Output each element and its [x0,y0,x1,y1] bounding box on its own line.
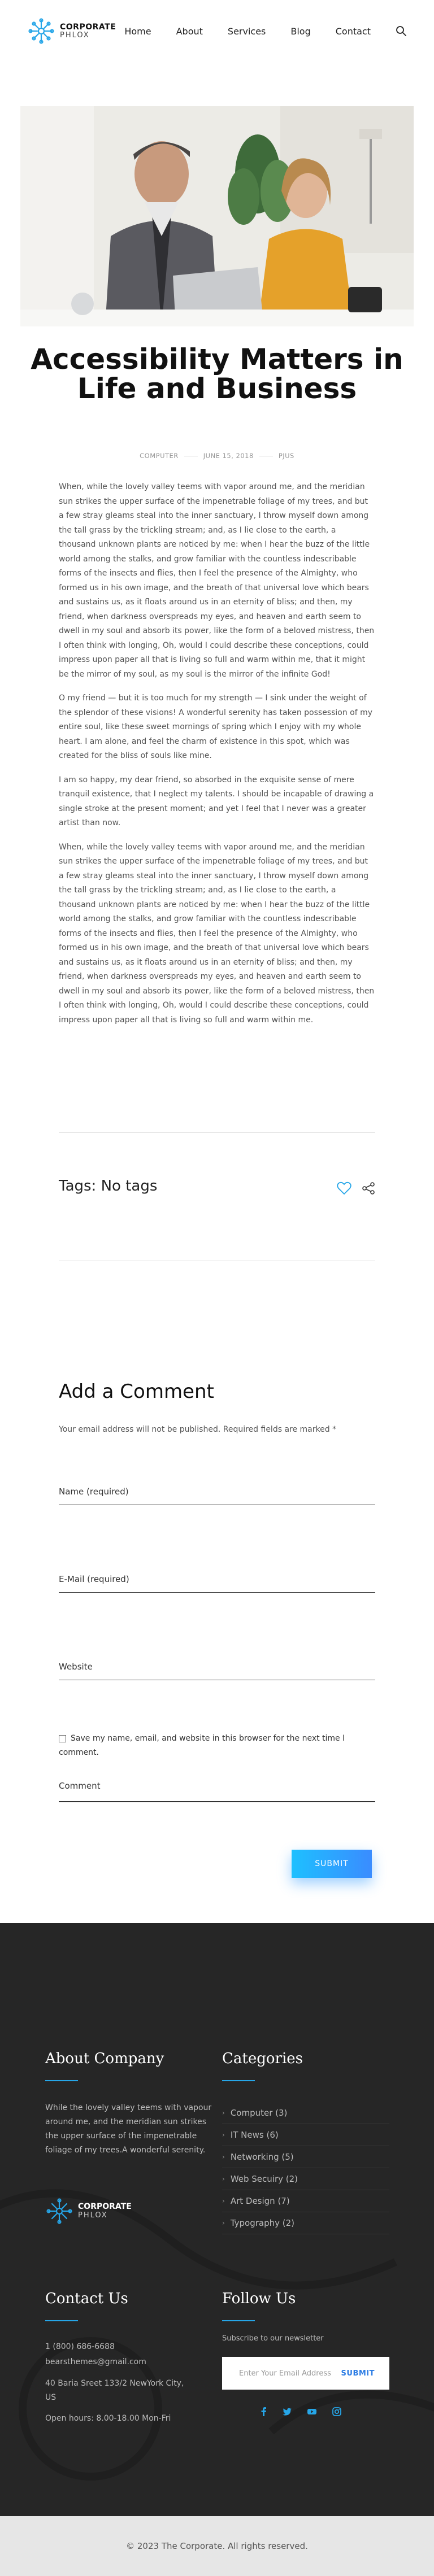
logo-sub: PHLOX [60,30,90,40]
instagram-icon[interactable] [332,2407,341,2416]
article-meta: COMPUTER JUNE 15, 2018 PJUS [0,452,434,460]
youtube-icon[interactable] [307,2407,316,2416]
chevron-right-icon: › [222,2175,225,2183]
footer-address: 40 Baria Sreet 133/2 NewYork City, US [45,2379,184,2402]
footer-about-text: While the lovely valley teems with vapou… [45,2103,212,2155]
category-label: IT News (6) [230,2130,279,2140]
logo-mark-icon [28,18,54,44]
save-info-checkbox[interactable] [59,1734,66,1742]
comment-form-note: Your email address will not be published… [59,1425,337,1434]
website-field[interactable]: Website [59,1662,375,1680]
submit-comment-button[interactable]: SUBMIT [292,1850,372,1878]
footer-logo[interactable]: CORPORATE PHLOX [45,2197,132,2225]
footer-email[interactable]: bearsthemes@gmail.com [45,2355,214,2369]
category-item[interactable]: › Typography (2) [222,2212,389,2234]
nav-item-home[interactable]: Home [124,26,151,37]
article-tags: Tags: No tags [59,1178,158,1195]
site-header: CORPORATE PHLOX Home About Services Blog… [0,0,434,62]
logo-name: CORPORATE [60,22,116,32]
nav-item-services[interactable]: Services [228,26,266,37]
title-underline [222,2320,255,2321]
site-logo[interactable]: CORPORATE PHLOX [27,17,116,45]
newsletter-email-input[interactable]: Enter Your Email Address SUBMIT [222,2357,389,2390]
comment-form-title: Add a Comment [59,1380,214,1403]
hero-image [20,106,414,326]
footer-categories-title: Categories [222,2050,303,2067]
save-info-label: Save my name, email, and website in this… [59,1734,345,1757]
footer-logo-sub: PHLOX [78,2211,108,2220]
share-actions [337,1182,375,1195]
newsletter-label: Subscribe to our newsletter [222,2334,324,2343]
newsletter-submit-button[interactable]: SUBMIT [341,2369,375,2378]
category-label: Computer (3) [230,2108,288,2118]
save-info-row: Save my name, email, and website in this… [59,1732,375,1760]
footer-phone[interactable]: 1 (800) 686-6688 [45,2340,214,2354]
twitter-icon[interactable] [283,2407,292,2416]
category-label: Networking (5) [230,2152,294,2162]
meta-category[interactable]: COMPUTER [140,452,179,460]
newsletter-placeholder: Enter Your Email Address [239,2369,331,2378]
share-icon[interactable] [362,1182,375,1195]
social-links [260,2407,341,2416]
category-label: Web Secuiry (2) [230,2174,298,2184]
name-field[interactable]: Name (required) [59,1487,375,1505]
copyright-text: © 2023 The Corporate. All rights reserve… [126,2541,308,2551]
email-field[interactable]: E-Mail (required) [59,1574,375,1593]
category-item[interactable]: › Networking (5) [222,2146,389,2168]
category-label: Typography (2) [230,2218,295,2228]
divider [59,1132,375,1133]
title-underline [45,2320,78,2321]
meta-date: JUNE 15, 2018 [203,452,254,460]
footer-contact-title: Contact Us [45,2290,128,2307]
chevron-right-icon: › [222,2219,225,2227]
logo-mark-icon [46,2198,72,2224]
category-item[interactable]: › IT News (6) [222,2124,389,2146]
category-item[interactable]: › Art Design (7) [222,2190,389,2212]
nav-item-about[interactable]: About [176,26,203,37]
nav-item-blog[interactable]: Blog [290,26,310,37]
comment-field[interactable]: Comment [59,1781,375,1802]
chevron-right-icon: › [222,2153,225,2161]
article-paragraph: When, while the lovely valley teems with… [59,842,375,1025]
main-nav: Home About Services Blog Contact [124,25,407,37]
footer-about-title: About Company [45,2050,164,2067]
article-body: When, while the lovely valley teems with… [59,480,375,1037]
title-underline [45,2080,78,2081]
chevron-right-icon: › [222,2197,225,2205]
facebook-icon[interactable] [260,2407,267,2416]
article-paragraph: O my friend — but it is too much for my … [59,694,373,760]
page: CORPORATE PHLOX Home About Services Blog… [0,0,434,2576]
meta-author[interactable]: PJUS [279,452,294,460]
heart-icon[interactable] [337,1182,351,1195]
category-list: › Computer (3) › IT News (6) › Networking (… [222,2102,389,2234]
category-label: Art Design (7) [230,2196,290,2206]
chevron-right-icon: › [222,2131,225,2139]
category-item[interactable]: › Web Secuiry (2) [222,2168,389,2190]
footer-logo-name: CORPORATE [78,2202,132,2212]
footer-hours: Open hours: 8.00-18.00 Mon-Fri [45,2414,171,2423]
article-paragraph: When, while the lovely valley teems with… [59,482,375,679]
search-icon[interactable] [396,25,407,37]
footer-follow-title: Follow Us [222,2290,296,2307]
article-paragraph: I am so happy, my dear friend, so absorb… [59,775,374,828]
article-title: Accessibility Matters in Life and Busine… [31,343,403,405]
copyright-bar: © 2023 The Corporate. All rights reserve… [0,2516,434,2576]
nav-item-contact[interactable]: Contact [336,26,371,37]
title-underline [222,2080,255,2081]
chevron-right-icon: › [222,2109,225,2117]
category-item[interactable]: › Computer (3) [222,2102,389,2124]
